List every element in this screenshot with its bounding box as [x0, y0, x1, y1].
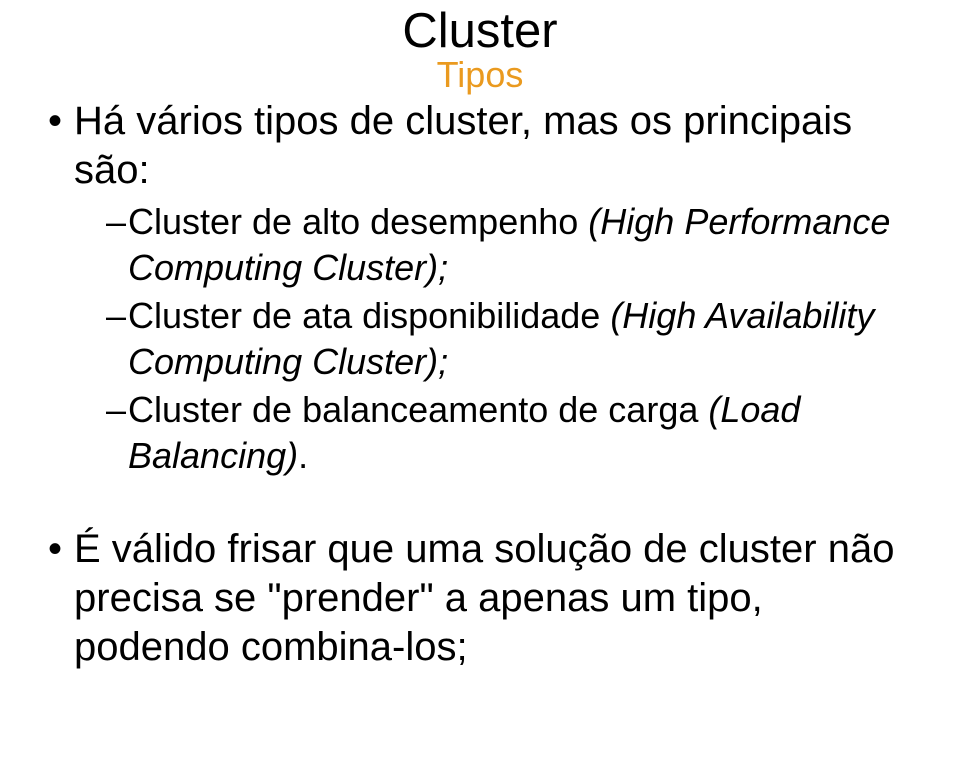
- sub-bullet-item: Cluster de alto desempenho (High Perform…: [106, 199, 912, 291]
- content-area: Há vários tipos de cluster, mas os princ…: [48, 97, 912, 671]
- sub-bullet-item: Cluster de ata disponibilidade (High Ava…: [106, 293, 912, 385]
- bullet-intro: Há vários tipos de cluster, mas os princ…: [48, 97, 912, 195]
- bullet-conclusion: É válido frisar que uma solução de clust…: [48, 525, 912, 671]
- sub-bullet-text: Cluster de balanceamento de carga: [128, 389, 708, 430]
- sub-bullet-list: Cluster de alto desempenho (High Perform…: [48, 199, 912, 479]
- sub-bullet-item: Cluster de balanceamento de carga (Load …: [106, 387, 912, 479]
- title-block: Cluster Tipos: [48, 6, 912, 95]
- sub-bullet-text: Cluster de ata disponibilidade: [128, 295, 610, 336]
- slide-subtitle: Tipos: [260, 55, 700, 95]
- slide-title: Cluster: [260, 6, 700, 57]
- slide: Cluster Tipos Há vários tipos de cluster…: [0, 0, 960, 761]
- sub-bullet-text: Cluster de alto desempenho: [128, 201, 588, 242]
- sub-bullet-suffix: .: [298, 435, 308, 476]
